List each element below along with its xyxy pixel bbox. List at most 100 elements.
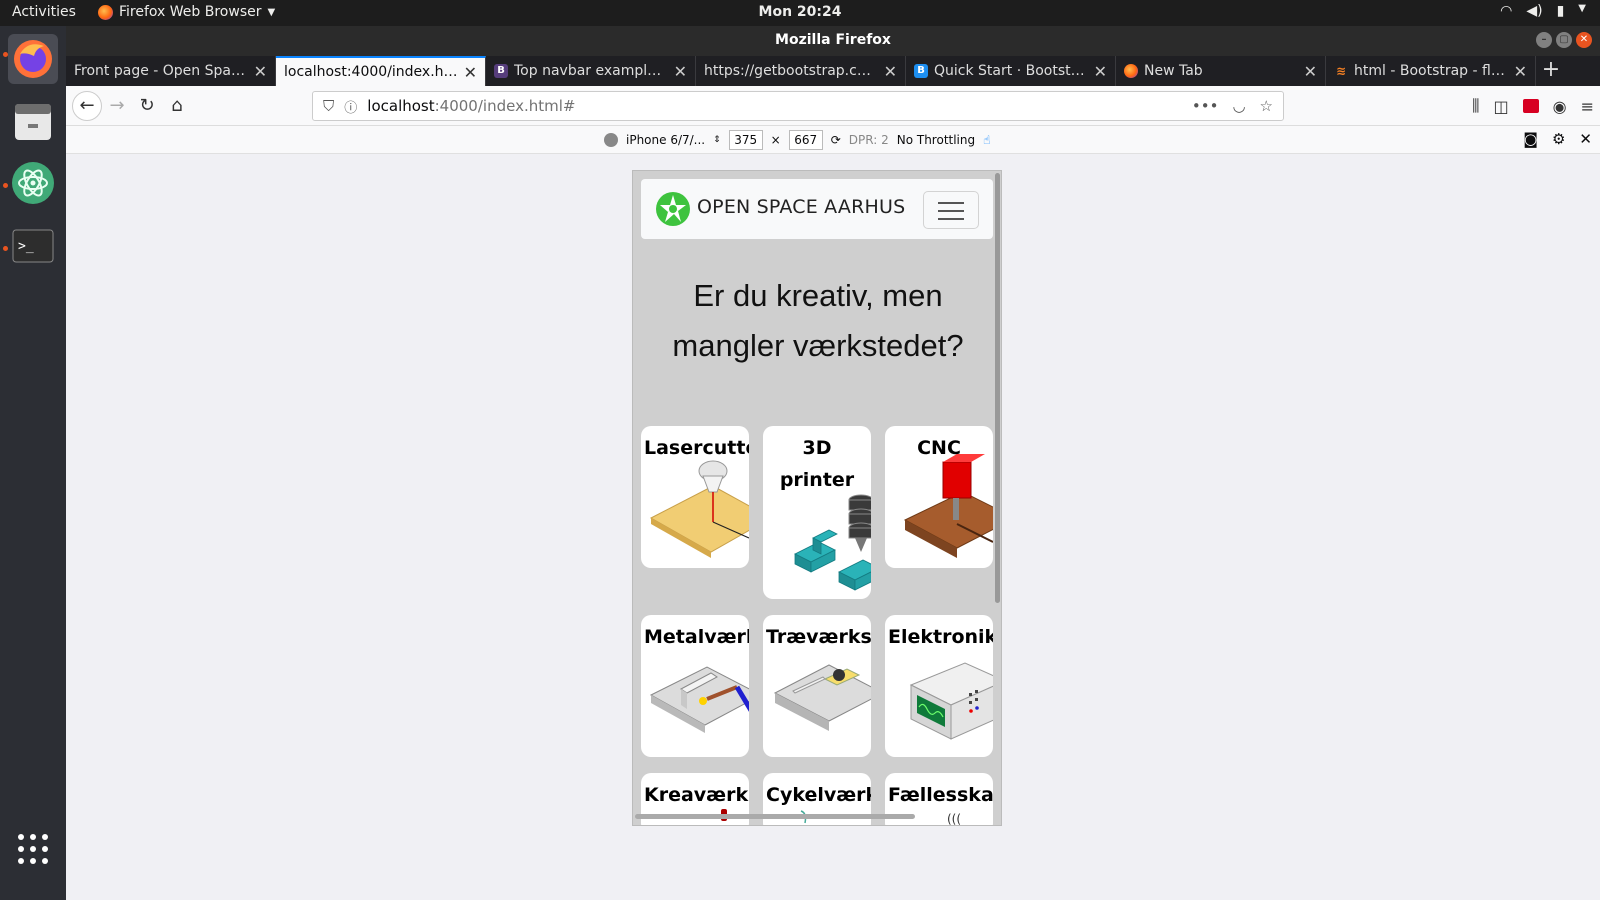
close-tab-icon[interactable]: ✕ — [674, 62, 687, 81]
pocket-icon[interactable]: ◡ — [1232, 97, 1245, 115]
window-titlebar: Mozilla Firefox – ▢ ✕ — [66, 26, 1600, 56]
back-button[interactable]: ← — [72, 90, 102, 121]
lasercutter-illustration-icon — [649, 460, 749, 558]
headline-line: mangler værkstedet? — [672, 328, 964, 363]
card-lasercutter[interactable]: Lasercutter — [641, 426, 749, 568]
firefox-dock-icon[interactable] — [8, 34, 58, 84]
chevron-down-icon: ▼ — [1578, 3, 1586, 14]
device-select[interactable]: iPhone 6/7/... — [626, 133, 705, 147]
firefox-window: Mozilla Firefox – ▢ ✕ Front page - Open … — [66, 26, 1600, 900]
clock[interactable]: Mon 20:24 — [759, 4, 842, 20]
window-title: Mozilla Firefox — [775, 32, 891, 48]
minimize-button[interactable]: – — [1536, 32, 1552, 48]
tab-label: localhost:4000/index.html — [284, 64, 458, 80]
home-button[interactable]: ⌂ — [162, 91, 192, 121]
close-tab-icon[interactable]: ✕ — [464, 63, 477, 82]
bookmark-star-icon[interactable]: ☆ — [1260, 97, 1273, 115]
close-tab-icon[interactable]: ✕ — [1514, 62, 1527, 81]
tab-label: https://getbootstrap.com/ — [704, 63, 878, 79]
responsive-design-toolbar: iPhone 6/7/... ⇕ 375 × 667 ⟳ DPR: 2 No T… — [66, 126, 1600, 154]
viewport-height-input[interactable]: 667 — [788, 130, 823, 150]
tab-getbootstrap[interactable]: https://getbootstrap.com/ ✕ — [696, 56, 906, 86]
device-viewport[interactable]: OPEN SPACE AARHUS Er du kreativ, men man… — [632, 170, 1002, 826]
maximize-button[interactable]: ▢ — [1556, 32, 1572, 48]
card-traevaerksted[interactable]: Træværkste — [763, 615, 871, 757]
close-rdm-icon[interactable]: ✕ — [1579, 130, 1592, 148]
tab-quick-start[interactable]: B Quick Start · Bootstrap ✕ — [906, 56, 1116, 86]
device-icon — [604, 133, 618, 147]
shield-icon[interactable]: ⛉ — [323, 97, 334, 115]
activities-button[interactable]: Activities — [12, 4, 76, 20]
tab-label: Quick Start · Bootstrap — [934, 63, 1088, 79]
screenshot-icon[interactable]: ◙ — [1523, 130, 1538, 148]
close-tab-icon[interactable]: ✕ — [1094, 62, 1107, 81]
viewport-width-input[interactable]: 375 — [728, 130, 763, 150]
show-applications-icon[interactable] — [8, 824, 58, 874]
tab-localhost[interactable]: localhost:4000/index.html ✕ — [276, 56, 486, 86]
close-tab-icon[interactable]: ✕ — [1304, 62, 1317, 81]
terminal-dock-icon[interactable]: >_ — [8, 221, 58, 271]
electronics-workshop-illustration-icon — [909, 662, 993, 740]
horizontal-scrollbar[interactable] — [635, 814, 915, 819]
tab-label: New Tab — [1144, 63, 1203, 79]
tab-label: Front page - Open Space A — [74, 63, 248, 79]
reload-button[interactable]: ↻ — [132, 91, 162, 121]
open-space-logo-icon[interactable] — [655, 191, 691, 227]
card-3d-printer[interactable]: 3D printer — [763, 426, 871, 599]
new-tab-button[interactable]: + — [1536, 56, 1566, 86]
metal-workshop-illustration-icon — [649, 666, 749, 733]
forward-button[interactable]: → — [102, 91, 132, 121]
svg-text:(((: ((( — [947, 812, 961, 826]
bootstrap-icon: B — [494, 64, 508, 78]
chevron-updown-icon: ⇕ — [713, 135, 721, 145]
close-tab-icon[interactable]: ✕ — [254, 62, 267, 81]
headline-line: Er du kreativ, men — [693, 278, 943, 313]
system-tray[interactable]: ◠ ◀) ▮ ▼ — [1500, 3, 1586, 19]
cnc-illustration-icon — [903, 454, 993, 558]
info-icon[interactable]: ⓘ — [344, 97, 357, 116]
rotate-icon[interactable]: ⟳ — [831, 133, 841, 147]
card-elektronikvaerksted[interactable]: Elektronikvæ — [885, 615, 993, 757]
close-tab-icon[interactable]: ✕ — [884, 62, 897, 81]
card-cnc[interactable]: CNC — [885, 426, 993, 568]
sidebar-icon[interactable]: ◫ — [1494, 97, 1509, 116]
account-icon[interactable]: ◉ — [1553, 97, 1567, 116]
touch-simulation-icon[interactable]: ☝ — [983, 133, 990, 147]
viewport-area: OPEN SPACE AARHUS Er du kreativ, men man… — [66, 154, 1600, 900]
bootstrap-icon: B — [914, 64, 928, 78]
site-brand[interactable]: OPEN SPACE AARHUS — [697, 196, 905, 218]
dpr-select[interactable]: DPR: 2 — [849, 133, 889, 147]
throttling-select[interactable]: No Throttling — [897, 133, 975, 147]
navbar-toggle-button[interactable] — [923, 191, 979, 229]
chevron-down-icon: ▼ — [267, 6, 276, 18]
battery-icon: ▮ — [1556, 3, 1565, 19]
app-menu[interactable]: Firefox Web Browser ▼ — [98, 4, 275, 20]
app-menu-label: Firefox Web Browser — [119, 4, 262, 20]
navigation-toolbar: ← → ↻ ⌂ ⛉ ⓘ localhost:4000/index.html# •… — [66, 86, 1600, 126]
tab-front-page[interactable]: Front page - Open Space A ✕ — [66, 56, 276, 86]
tab-label: html - Bootstrap - float — [1354, 63, 1508, 79]
stackoverflow-icon: ≋ — [1335, 64, 1347, 78]
firefox-icon — [98, 4, 113, 20]
settings-gear-icon[interactable]: ⚙ — [1552, 130, 1565, 148]
atom-dock-icon[interactable] — [8, 158, 58, 208]
wood-workshop-illustration-icon — [773, 664, 871, 731]
site-navbar: OPEN SPACE AARHUS — [641, 179, 993, 239]
system-top-bar: Activities Firefox Web Browser ▼ Mon 20:… — [0, 0, 1600, 26]
tab-stackoverflow[interactable]: ≋ html - Bootstrap - float ✕ — [1326, 56, 1536, 86]
vertical-scrollbar[interactable] — [995, 173, 1000, 603]
menu-icon[interactable]: ≡ — [1581, 97, 1594, 116]
tab-strip: Front page - Open Space A ✕ localhost:40… — [66, 56, 1600, 86]
card-metalvaerksted[interactable]: Metalværkst — [641, 615, 749, 757]
3d-printer-illustration-icon — [794, 494, 871, 591]
page-actions-icon[interactable]: ••• — [1192, 97, 1219, 115]
volume-icon: ◀) — [1526, 3, 1543, 19]
close-window-button[interactable]: ✕ — [1576, 32, 1592, 48]
files-dock-icon[interactable] — [8, 96, 58, 146]
tab-new-tab[interactable]: New Tab ✕ — [1116, 56, 1326, 86]
library-icon[interactable]: ⫼ — [1472, 96, 1479, 116]
url-text[interactable]: localhost:4000/index.html# — [367, 97, 575, 115]
extension-icon[interactable] — [1522, 99, 1539, 113]
tab-top-navbar-example[interactable]: B Top navbar example · B ✕ — [486, 56, 696, 86]
url-bar[interactable]: ⛉ ⓘ localhost:4000/index.html# ••• ◡ ☆ — [312, 91, 1284, 121]
